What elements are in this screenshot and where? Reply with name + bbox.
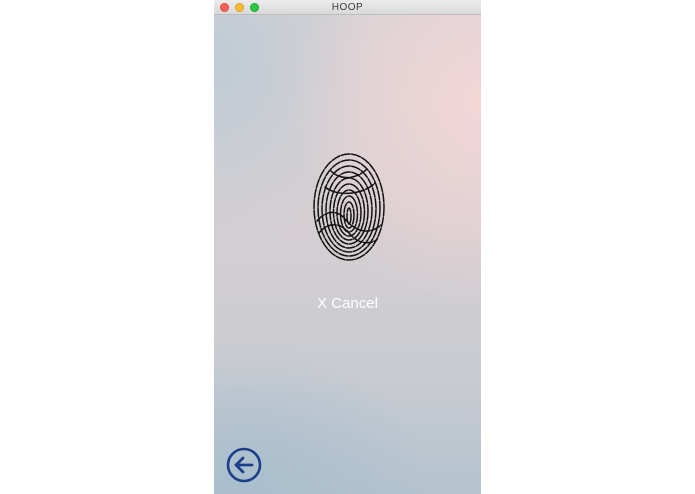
arrow-left-circle-icon (226, 447, 262, 483)
cancel-button[interactable]: X Cancel (214, 295, 481, 312)
fingerprint-icon[interactable] (311, 151, 387, 263)
window-title: HOOP (331, 2, 364, 13)
app-window: HOOP X Cancel (214, 0, 481, 494)
auth-screen: X Cancel (214, 15, 481, 494)
title-bar[interactable]: HOOP (214, 0, 481, 15)
back-button[interactable] (226, 447, 262, 483)
